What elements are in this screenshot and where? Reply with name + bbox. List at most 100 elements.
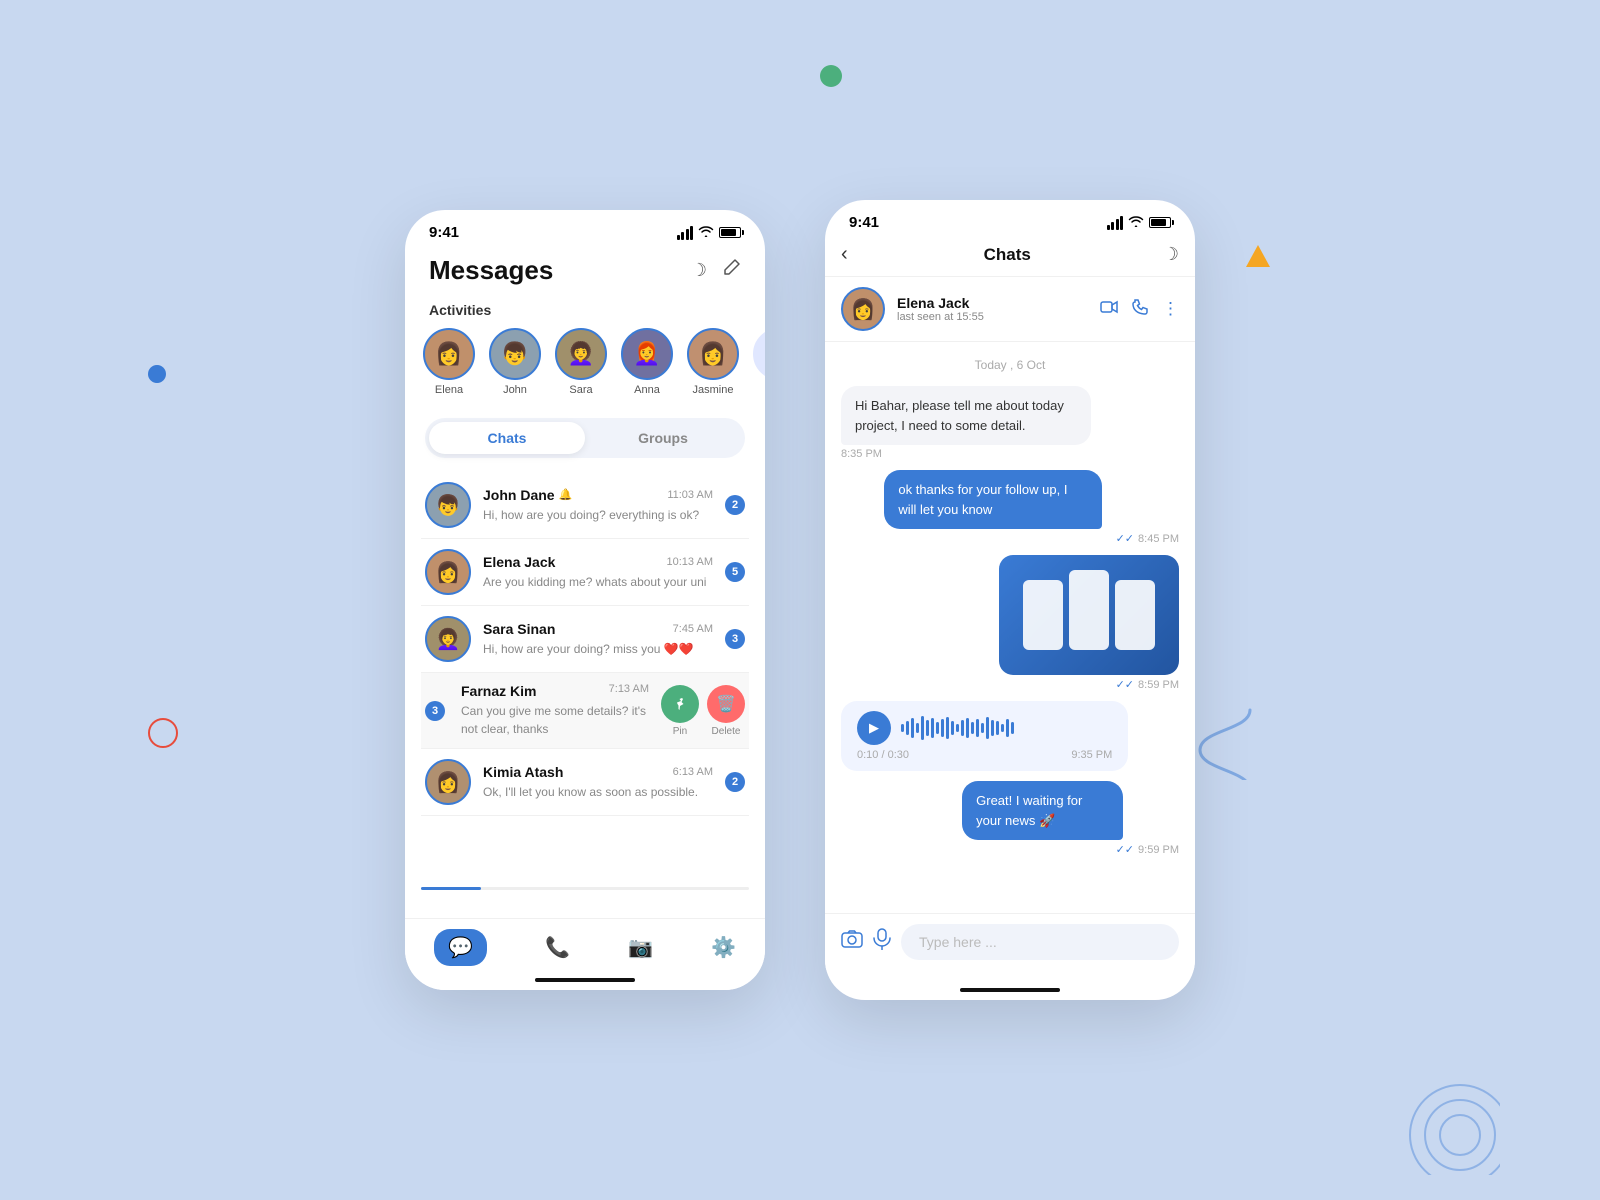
contact-status: last seen at 15:55 bbox=[897, 311, 1088, 323]
wifi-icon bbox=[698, 225, 714, 240]
swipe-row: 3 Farnaz Kim 7:13 AM Can you give me som… bbox=[425, 683, 745, 738]
pin-button[interactable] bbox=[661, 685, 699, 723]
moon-icon-right[interactable]: ☽ bbox=[1163, 244, 1179, 265]
edit-icon[interactable] bbox=[721, 258, 741, 283]
swipe-name-row: Farnaz Kim 7:13 AM bbox=[461, 683, 649, 699]
chat-preview-john: Hi, how are you doing? everything is ok? bbox=[483, 508, 699, 522]
wave-bar bbox=[991, 720, 994, 736]
voice-timestamp: 9:35 PM bbox=[1071, 749, 1112, 761]
phone-call-icon[interactable] bbox=[1132, 299, 1148, 320]
swipe-item-farnaz[interactable]: 3 Farnaz Kim 7:13 AM Can you give me som… bbox=[421, 673, 749, 749]
header-icons: ☽ bbox=[691, 258, 741, 283]
status-time-right: 9:41 bbox=[849, 214, 879, 231]
chat-time-john: 11:03 AM bbox=[667, 489, 713, 501]
wave-bar bbox=[961, 720, 964, 736]
camera-input-icon[interactable] bbox=[841, 929, 863, 955]
wave-bar bbox=[1001, 724, 1004, 732]
deco-circle-outline bbox=[148, 718, 178, 748]
delete-button[interactable]: 🗑️ bbox=[707, 685, 745, 723]
chat-item-kimia[interactable]: 👩 Kimia Atash 6:13 AM Ok, I'll let you k… bbox=[421, 749, 749, 816]
chat-name-row-sara: Sara Sinan 7:45 AM bbox=[483, 621, 713, 637]
signal-icon bbox=[677, 226, 694, 240]
play-button[interactable]: ▶ bbox=[857, 711, 891, 745]
activity-elena[interactable]: 👩 Elena bbox=[423, 328, 475, 396]
chat-screen-title: Chats bbox=[862, 245, 1153, 265]
badge-kimia: 2 bbox=[725, 772, 745, 792]
chat-avatar-sara: 👩‍🦱 bbox=[425, 616, 471, 662]
chat-item-john[interactable]: 👦 John Dane 🔔 11:03 AM Hi, how are you d… bbox=[421, 472, 749, 539]
mic-input-icon[interactable] bbox=[873, 928, 891, 956]
activity-more[interactable]: +4 bbox=[753, 328, 765, 396]
wave-bar bbox=[946, 717, 949, 739]
home-indicator-left bbox=[535, 978, 635, 982]
activity-name-elena: Elena bbox=[435, 384, 463, 396]
back-button[interactable]: ‹ bbox=[841, 243, 848, 266]
chat-screen-header: ‹ Chats ☽ bbox=[825, 237, 1195, 277]
avatar-jasmine: 👩 bbox=[687, 328, 739, 380]
nav-chat[interactable]: 💬 bbox=[418, 923, 503, 972]
voice-time-row: 0:10 / 0:30 9:35 PM bbox=[857, 749, 1112, 761]
chat-item-sara[interactable]: 👩‍🦱 Sara Sinan 7:45 AM Hi, how are your … bbox=[421, 606, 749, 673]
deco-circles bbox=[1380, 1075, 1500, 1180]
settings-nav-icon: ⚙️ bbox=[711, 935, 736, 960]
swipe-time: 7:13 AM bbox=[609, 683, 649, 699]
battery-icon bbox=[719, 227, 741, 238]
nav-settings[interactable]: ⚙️ bbox=[695, 929, 752, 966]
contact-name: Elena Jack bbox=[897, 295, 1088, 311]
avatar-more: +4 bbox=[753, 328, 765, 380]
msg-time-sent-2: ✓✓ 9:59 PM bbox=[962, 843, 1179, 856]
msg-image bbox=[999, 555, 1179, 675]
msg-time-sent-1: ✓✓ 8:45 PM bbox=[884, 532, 1179, 545]
wave-bar bbox=[956, 724, 959, 732]
wave-bar bbox=[976, 719, 979, 737]
voice-duration: 0:10 / 0:30 bbox=[857, 749, 909, 761]
chat-avatar-john: 👦 bbox=[425, 482, 471, 528]
activity-name-sara: Sara bbox=[569, 384, 592, 396]
chat-nav-icon-wrap: 💬 bbox=[434, 929, 487, 966]
chat-list-kimia: 👩 Kimia Atash 6:13 AM Ok, I'll let you k… bbox=[405, 749, 765, 816]
activity-sara[interactable]: 👩‍🦱 Sara bbox=[555, 328, 607, 396]
msg-sent-1: ok thanks for your follow up, I will let… bbox=[884, 470, 1179, 545]
chat-item-elena[interactable]: 👩 Elena Jack 10:13 AM Are you kidding me… bbox=[421, 539, 749, 606]
activity-john[interactable]: 👦 John bbox=[489, 328, 541, 396]
avatar-anna: 👩‍🦰 bbox=[621, 328, 673, 380]
chat-name-row-elena: Elena Jack 10:13 AM bbox=[483, 554, 713, 570]
status-icons-left bbox=[677, 225, 742, 240]
activity-jasmine[interactable]: 👩 Jasmine bbox=[687, 328, 739, 396]
deco-blue-dot bbox=[148, 365, 166, 383]
msg-time-received-1: 8:35 PM bbox=[841, 448, 1179, 460]
swipe-action-buttons: Pin 🗑️ Delete bbox=[661, 685, 745, 737]
status-time-left: 9:41 bbox=[429, 224, 459, 241]
video-call-icon[interactable] bbox=[1100, 299, 1118, 319]
contact-bar: 👩 Elena Jack last seen at 15:55 ⋮ bbox=[825, 277, 1195, 342]
message-input[interactable]: Type here ... bbox=[901, 924, 1179, 960]
scroll-indicator-container bbox=[405, 816, 765, 824]
wifi-icon-right bbox=[1128, 215, 1144, 230]
more-options-icon[interactable]: ⋮ bbox=[1162, 299, 1179, 319]
activity-anna[interactable]: 👩‍🦰 Anna bbox=[621, 328, 673, 396]
chat-info-sara: Sara Sinan 7:45 AM Hi, how are your doin… bbox=[483, 621, 713, 658]
nav-camera[interactable]: 📷 bbox=[612, 929, 669, 966]
chat-list: 👦 John Dane 🔔 11:03 AM Hi, how are you d… bbox=[405, 472, 765, 673]
deco-squiggle bbox=[1190, 700, 1260, 794]
deco-green-dot bbox=[820, 65, 842, 87]
msg-sent-2: Great! I waiting for your news 🚀 ✓✓ 9:59… bbox=[962, 781, 1179, 856]
chat-name-row-kimia: Kimia Atash 6:13 AM bbox=[483, 764, 713, 780]
activity-name-jasmine: Jasmine bbox=[693, 384, 734, 396]
wave-bar bbox=[926, 720, 929, 736]
contact-info: Elena Jack last seen at 15:55 bbox=[897, 295, 1088, 323]
chat-avatar-kimia: 👩 bbox=[425, 759, 471, 805]
phone-right: 9:41 ‹ Chats ☽ bbox=[825, 200, 1195, 1000]
nav-calls[interactable]: 📞 bbox=[529, 929, 586, 966]
tab-groups[interactable]: Groups bbox=[585, 422, 741, 454]
avatar-sara: 👩‍🦱 bbox=[555, 328, 607, 380]
tab-chats[interactable]: Chats bbox=[429, 422, 585, 454]
chat-avatar-elena: 👩 bbox=[425, 549, 471, 595]
moon-icon[interactable]: ☽ bbox=[691, 260, 707, 281]
voice-message: ▶ bbox=[841, 701, 1128, 771]
wave-bar bbox=[936, 722, 939, 734]
chat-name-row-john: John Dane 🔔 11:03 AM bbox=[483, 487, 713, 503]
mock-phone-1 bbox=[1023, 580, 1063, 650]
chat-time-elena: 10:13 AM bbox=[667, 556, 713, 568]
chat-name-elena: Elena Jack bbox=[483, 554, 555, 570]
